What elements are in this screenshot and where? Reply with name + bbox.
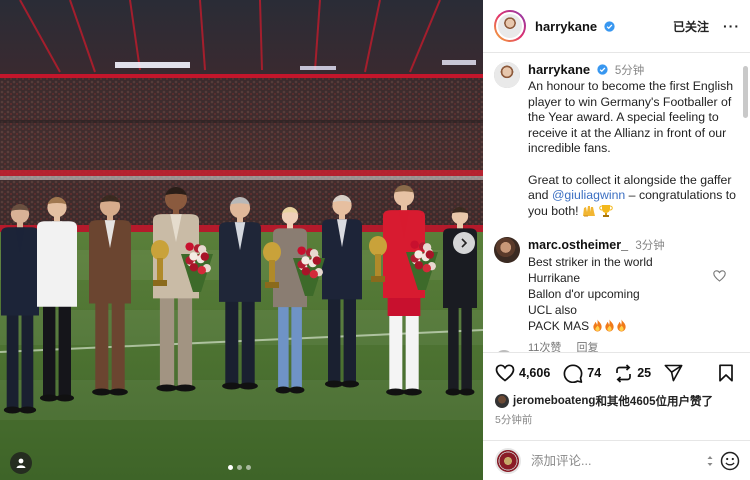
post-photo[interactable] (0, 0, 483, 480)
comment-text: Best striker in the world Hurrikane Ball… (528, 255, 653, 334)
current-user-avatar (495, 447, 521, 474)
heart-icon (495, 364, 515, 382)
author-avatar[interactable] (494, 10, 526, 42)
commenter-avatar[interactable] (494, 237, 520, 264)
person-5 (219, 197, 261, 390)
share-icon (664, 364, 683, 382)
liker-username[interactable]: jeromeboateng (513, 395, 595, 407)
reposts-count: 25 (637, 366, 652, 380)
repost-action[interactable]: 25 (614, 363, 652, 383)
comment-action[interactable]: 74 (563, 363, 602, 383)
caption-author-avatar[interactable] (494, 62, 520, 88)
verified-badge-icon (596, 64, 608, 75)
award-winners-group (1, 185, 477, 414)
comment-input[interactable] (531, 453, 681, 468)
carousel-indicator (228, 465, 251, 470)
person-1 (1, 204, 39, 414)
carousel-dot (228, 465, 233, 470)
bookmark-action[interactable] (718, 364, 738, 382)
fire-emoji-icon (617, 319, 627, 332)
commenter-username[interactable]: marc.ostheimer_ (528, 238, 628, 252)
comment-item: marc.ostheimer_ 3分钟 Best striker in the … (483, 219, 750, 352)
fire-emoji-icon (605, 319, 615, 332)
following-status-button[interactable]: 已关注 (673, 18, 709, 35)
like-action[interactable]: 4,606 (495, 364, 550, 382)
post-caption: harrykane 5分钟 An honour to become the fi… (483, 54, 750, 219)
caption-username[interactable]: harrykane (528, 62, 590, 77)
liked-by-rest[interactable]: 和其他4605位用户赞了 (595, 393, 713, 409)
post-timestamp[interactable]: 5分钟前 (483, 409, 750, 427)
carousel-next-button[interactable] (453, 232, 475, 254)
comments-scrollbar[interactable] (743, 66, 748, 118)
more-horizontal-icon[interactable]: ··· (723, 18, 740, 34)
caption-time: 5分钟 (614, 65, 645, 77)
instagram-post-view: harrykane 已关注 ··· harrykane 5分钟 An honou… (0, 0, 750, 480)
add-comment-bar (483, 440, 750, 480)
comment-time: 3分钟 (635, 240, 665, 253)
liked-by-line: jeromeboateng 和其他4605位用户赞了 (483, 393, 750, 409)
person-6 (273, 207, 307, 394)
carousel-dot (237, 465, 242, 470)
post-side-panel: harrykane 已关注 ··· harrykane 5分钟 An honou… (483, 0, 750, 480)
person-2 (37, 197, 77, 402)
raised-hands-emoji-icon (583, 205, 596, 217)
trophy-emoji-icon (599, 204, 614, 217)
fire-emoji-icon (593, 319, 603, 332)
verified-badge-icon (603, 20, 615, 32)
person-3 (89, 195, 131, 396)
carousel-dot (246, 465, 251, 470)
sort-arrows-icon[interactable] (706, 454, 714, 468)
post-actions: 4,606 74 25 jeromeboateng 和其他4605位用户赞了 5… (483, 352, 750, 430)
comment-icon (563, 363, 583, 383)
chevron-right-icon (461, 238, 468, 248)
share-action[interactable] (664, 364, 687, 382)
liker-avatar[interactable] (495, 394, 509, 408)
repost-icon (616, 363, 632, 383)
smiley-icon[interactable] (720, 451, 740, 471)
person-8 (383, 185, 425, 396)
caption-text: An honour to become the first English pl… (528, 79, 737, 218)
tagged-users-button[interactable] (10, 452, 32, 474)
comments-scroll-area[interactable]: harrykane 5分钟 An honour to become the fi… (483, 54, 750, 352)
person-4 (153, 187, 199, 392)
person-icon (16, 458, 26, 468)
person-7 (322, 195, 362, 388)
comments-count: 74 (587, 366, 602, 380)
author-username[interactable]: harrykane (535, 19, 615, 34)
post-header: harrykane 已关注 ··· (483, 0, 750, 53)
mention-link[interactable]: @giuliagwinn (552, 188, 625, 202)
comment-like-heart-icon[interactable] (713, 270, 726, 282)
bookmark-icon (719, 364, 733, 382)
likes-count: 4,606 (519, 366, 551, 380)
